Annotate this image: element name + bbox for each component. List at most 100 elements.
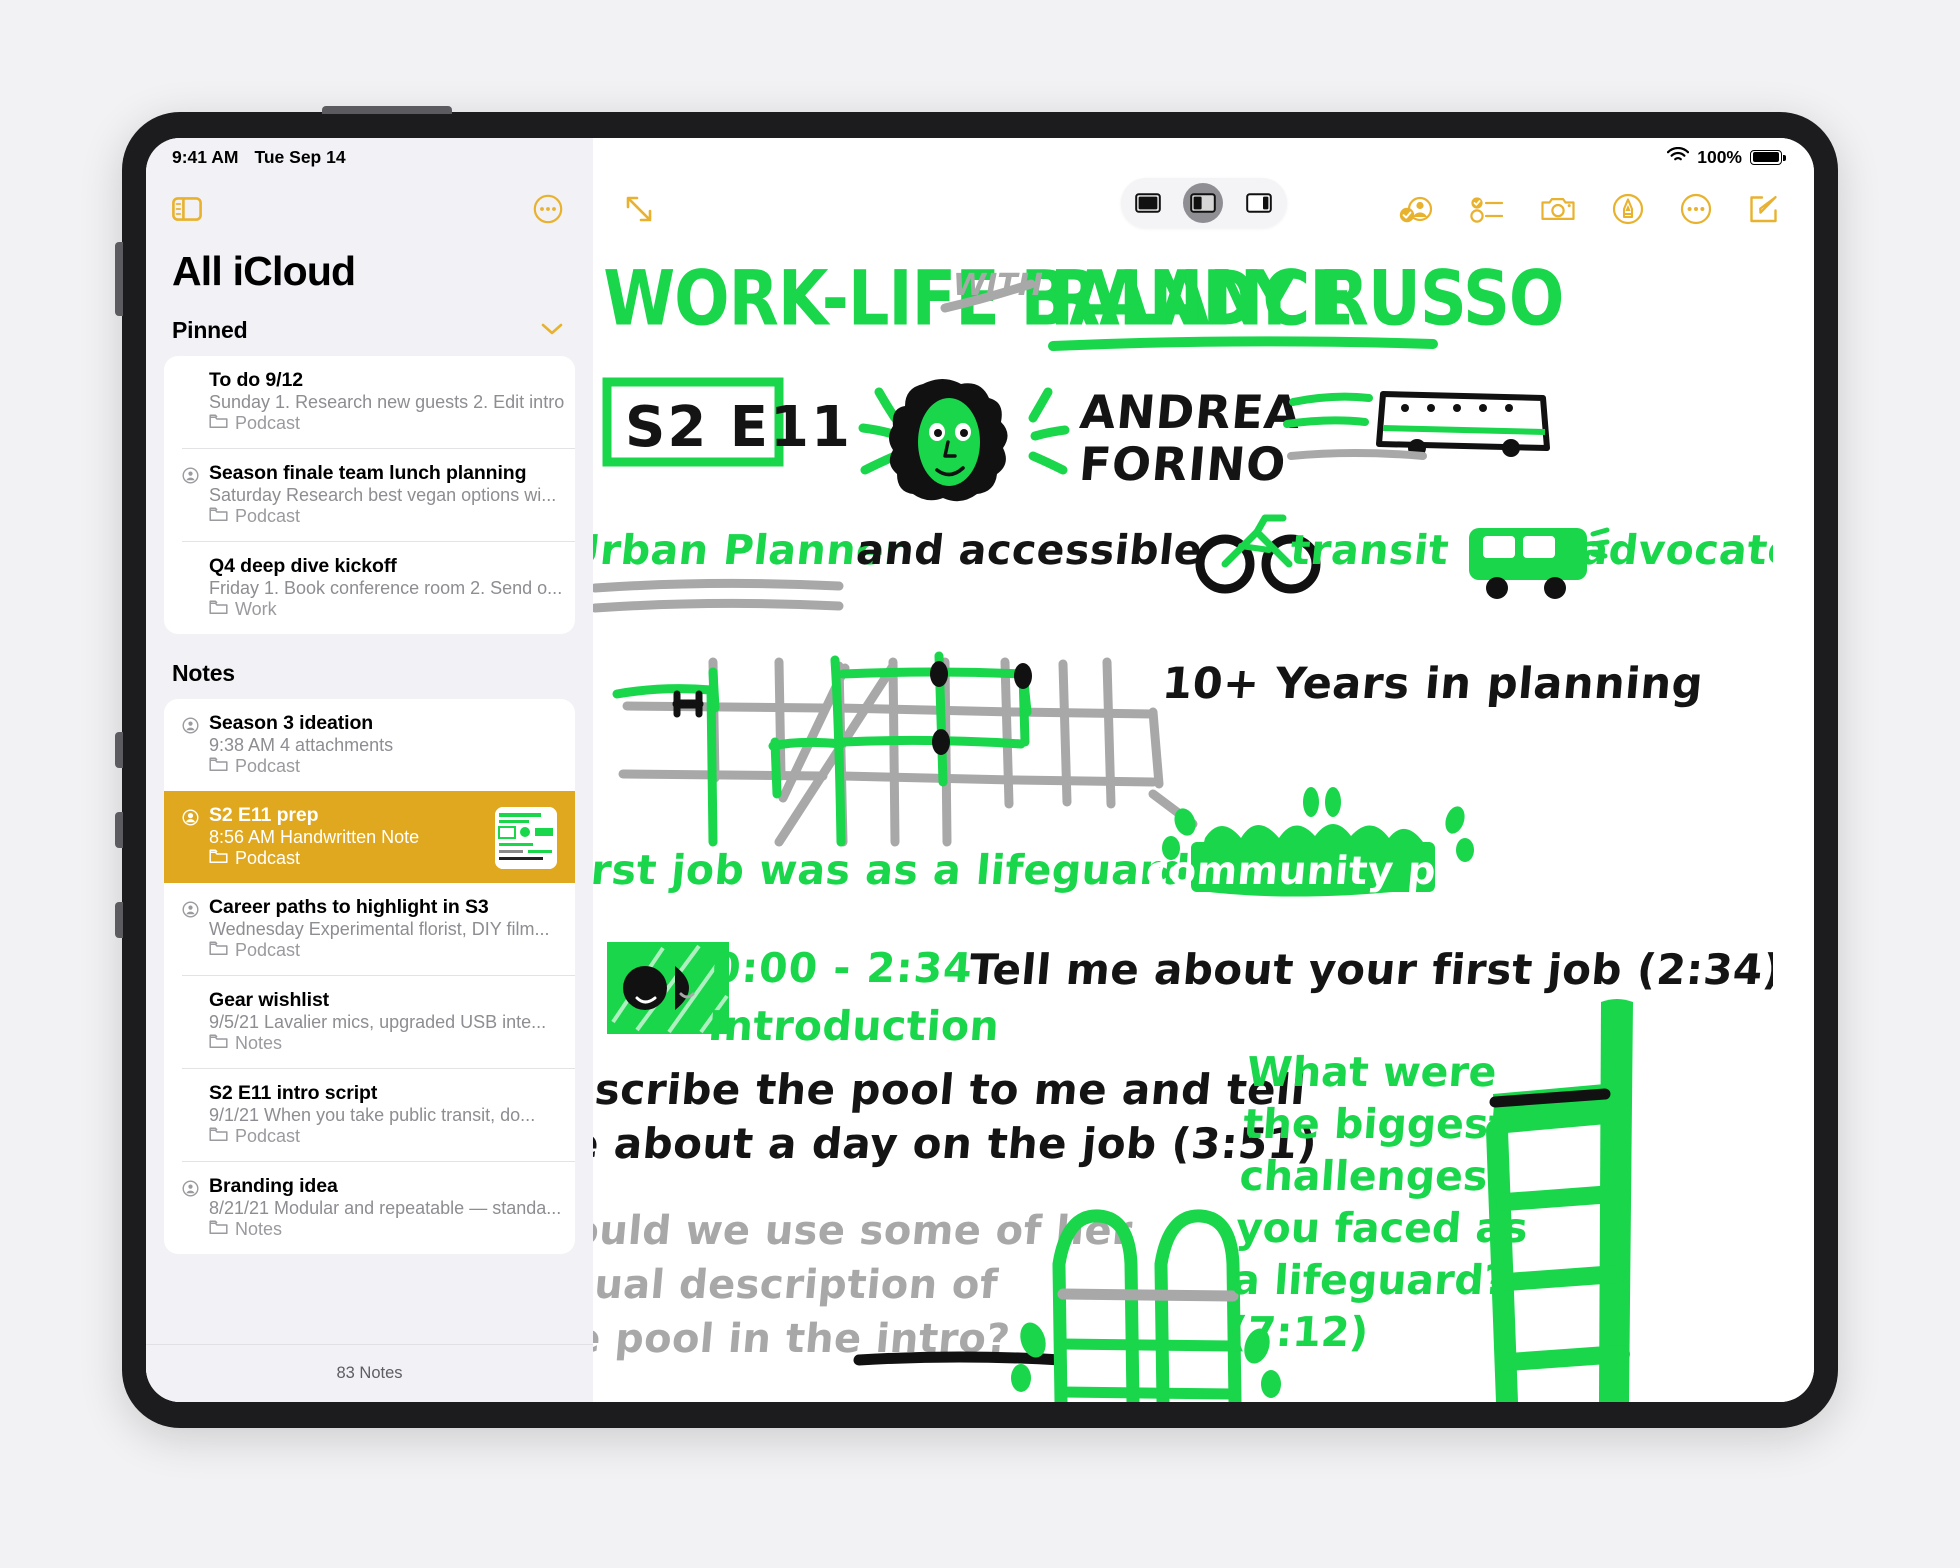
notes-group: Season 3 ideation 9:38 AM 4 attachments … xyxy=(164,699,575,1254)
more-circle-icon[interactable] xyxy=(1680,193,1712,225)
note-preview: 8/21/21 Modular and repeatable — standa.… xyxy=(209,1198,562,1218)
shared-note-icon xyxy=(182,901,199,918)
folder-icon xyxy=(209,756,228,777)
note-preview: Saturday Research best vegan options wi.… xyxy=(209,485,557,505)
note-preview: 9/5/21 Lavalier mics, upgraded USB inte.… xyxy=(209,1012,547,1032)
question-2-line1: Describe the pool to me and tell xyxy=(593,1065,1308,1114)
role-part3: transit xyxy=(1288,526,1451,574)
folder-icon xyxy=(209,599,228,620)
list-item[interactable]: Branding idea 8/21/21 Modular and repeat… xyxy=(164,1162,575,1254)
fullscreen-icon[interactable] xyxy=(1128,183,1168,223)
chevron-down-icon[interactable] xyxy=(541,320,563,342)
sidebar-toolbar xyxy=(146,176,593,242)
grey-note-line1: - Could we use some of her xyxy=(593,1208,1134,1254)
markup-pen-icon[interactable] xyxy=(1612,193,1644,225)
device-side-detail xyxy=(115,732,123,768)
list-item[interactable]: Career paths to highlight in S3 Wednesda… xyxy=(164,883,575,975)
share-collaborate-icon[interactable] xyxy=(1398,193,1434,225)
shared-note-icon xyxy=(182,717,199,734)
page-title: All iCloud xyxy=(172,248,356,294)
community-pool-label: community pool xyxy=(1144,849,1506,894)
list-item-selected[interactable]: S2 E11 prep 8:56 AM Handwritten Note Pod… xyxy=(164,791,575,883)
pinned-notes-group: To do 9/12 Sunday 1. Research new guests… xyxy=(164,356,575,634)
notes-sidebar: All iCloud Pinned To do 9/12 Sunday 1. R… xyxy=(146,138,593,1402)
note-folder: Podcast xyxy=(209,848,485,869)
guest-name-line1: ANDREA xyxy=(1078,385,1303,439)
section-header-pinned: Pinned xyxy=(146,307,593,356)
green-question-line3: challenges xyxy=(1238,1152,1489,1200)
folder-name: Podcast xyxy=(235,506,301,526)
note-preview: Wednesday Experimental florist, DIY film… xyxy=(209,919,550,939)
note-folder: Podcast xyxy=(209,940,557,961)
note-title: Season 3 ideation xyxy=(209,712,374,734)
list-item[interactable]: S2 E11 intro script 9/1/21 When you take… xyxy=(164,1069,575,1161)
shared-note-icon xyxy=(182,809,199,826)
folder-name: Podcast xyxy=(235,413,301,433)
note-preview: 9:38 AM 4 attachments xyxy=(209,735,394,755)
guest-name-line2: FORINO xyxy=(1077,437,1288,491)
list-item[interactable]: Season finale team lunch planning Saturd… xyxy=(164,449,575,541)
camera-icon[interactable] xyxy=(1540,194,1576,224)
more-circle-icon[interactable] xyxy=(533,194,563,224)
device-side-detail xyxy=(115,812,123,848)
list-item[interactable]: Q4 deep dive kickoff Friday 1. Book conf… xyxy=(164,542,575,634)
list-item[interactable]: To do 9/12 Sunday 1. Research new guests… xyxy=(164,356,575,448)
slide-over-icon[interactable] xyxy=(1239,183,1279,223)
note-folder: Podcast xyxy=(209,756,557,777)
power-button[interactable] xyxy=(322,106,452,114)
folder-name: Podcast xyxy=(235,848,301,868)
timecode-label: 0:00 - 2:34 xyxy=(711,944,975,992)
bus-sketch xyxy=(1283,391,1550,460)
years-in-planning-text: 10+ Years in planning xyxy=(1160,659,1705,709)
folder-name: Notes xyxy=(235,1033,283,1053)
role-part4: advocate xyxy=(1578,526,1773,574)
section-title: Pinned xyxy=(172,317,248,343)
folder-name: Podcast xyxy=(235,756,301,776)
volume-buttons[interactable] xyxy=(115,242,123,316)
note-title: To do 9/12 xyxy=(209,369,303,391)
note-title: Season finale team lunch planning xyxy=(209,462,527,484)
community-pool-splash: community pool xyxy=(1144,787,1506,897)
green-question-line6: (7:12) xyxy=(1227,1308,1370,1356)
note-folder: Podcast xyxy=(209,506,557,527)
compose-icon[interactable] xyxy=(1748,193,1780,225)
note-preview: 9/1/21 When you take public transit, do.… xyxy=(209,1105,536,1125)
notes-count-label: 83 Notes xyxy=(146,1344,593,1402)
lifeguard-chair-sketch xyxy=(1486,999,1633,1402)
note-detail-pane: .g { fill:#19d64b; } .k { fill:#141414; … xyxy=(593,138,1814,1402)
folder-name: Podcast xyxy=(235,1126,301,1146)
device-side-detail xyxy=(115,902,123,938)
note-preview: Sunday 1. Research new guests 2. Edit in… xyxy=(209,392,565,412)
note-folder: Podcast xyxy=(209,1126,557,1147)
note-folder: Podcast xyxy=(209,413,557,434)
folder-icon xyxy=(209,1219,228,1240)
split-view-icon[interactable] xyxy=(1183,183,1224,223)
note-folder: Notes xyxy=(209,1219,557,1240)
checklist-icon[interactable] xyxy=(1470,194,1504,224)
folder-name: Work xyxy=(235,599,277,619)
green-question-line2: the biggest xyxy=(1242,1100,1510,1148)
note-title: Branding idea xyxy=(209,1175,338,1197)
folder-icon xyxy=(209,1126,228,1147)
multitasking-control[interactable] xyxy=(1120,178,1287,228)
note-preview: Friday 1. Book conference room 2. Send o… xyxy=(209,578,563,598)
note-title: Gear wishlist xyxy=(209,989,330,1011)
list-item[interactable]: Season 3 ideation 9:38 AM 4 attachments … xyxy=(164,699,575,791)
expand-arrows-icon[interactable] xyxy=(623,193,655,225)
note-title: Q4 deep dive kickoff xyxy=(209,555,397,577)
section-label: Introduction xyxy=(707,1002,1001,1050)
green-question-line4: you faced as xyxy=(1234,1204,1529,1252)
guest-avatar-sketch xyxy=(858,379,1070,502)
handwritten-note-canvas[interactable]: .g { fill:#19d64b; } .k { fill:#141414; … xyxy=(593,242,1814,1402)
shared-note-icon xyxy=(182,467,199,484)
note-thumbnail xyxy=(495,807,557,869)
grey-note-line2: visual description of xyxy=(593,1262,1000,1308)
note-folder: Work xyxy=(209,599,557,620)
folder-name: Notes xyxy=(235,1219,283,1239)
folder-icon xyxy=(209,413,228,434)
role-part2: and accessible xyxy=(854,526,1205,574)
list-item[interactable]: Gear wishlist 9/5/21 Lavalier mics, upgr… xyxy=(164,976,575,1068)
ipad-device-frame: 9:41 AM Tue Sep 14 100% All iCloud Pinne… xyxy=(115,106,1838,1428)
shared-note-icon xyxy=(182,1180,199,1197)
sidebar-toggle-icon[interactable] xyxy=(172,196,202,222)
